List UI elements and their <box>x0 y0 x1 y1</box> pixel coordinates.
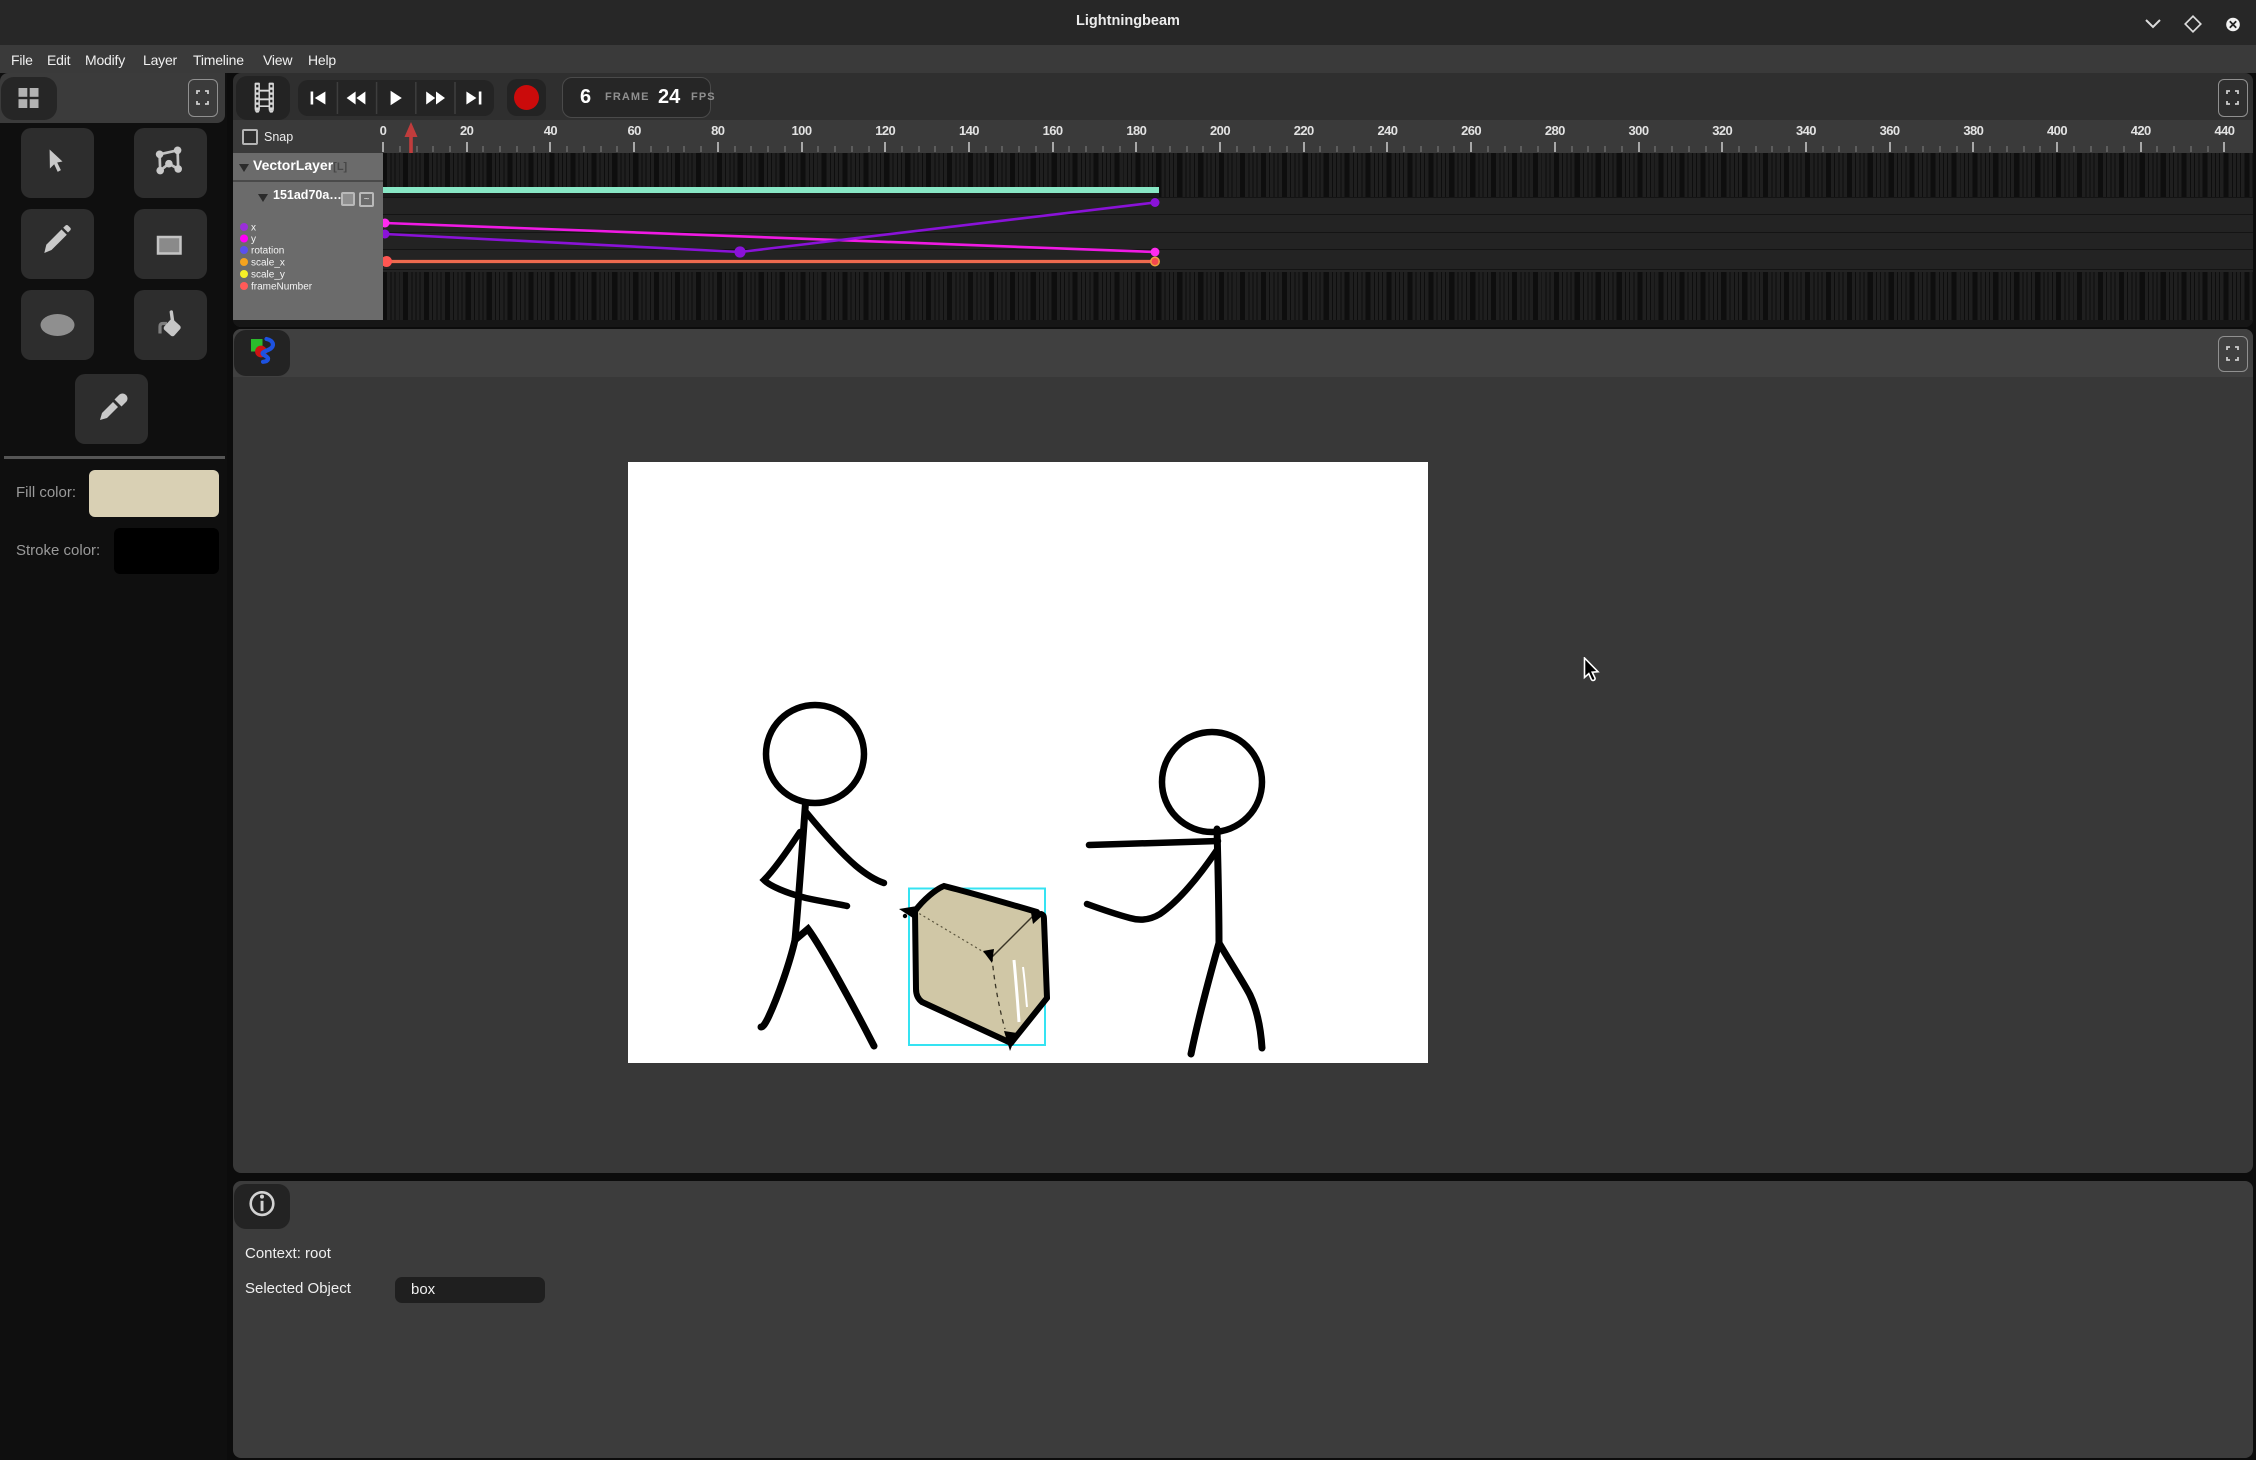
svg-text:y: y <box>251 234 256 245</box>
svg-text:scale_y: scale_y <box>251 270 285 281</box>
svg-text:x: x <box>251 223 256 234</box>
svg-text:frameNumber: frameNumber <box>251 282 313 293</box>
svg-text:rotation: rotation <box>251 246 284 257</box>
svg-text:scale_x: scale_x <box>251 258 285 269</box>
